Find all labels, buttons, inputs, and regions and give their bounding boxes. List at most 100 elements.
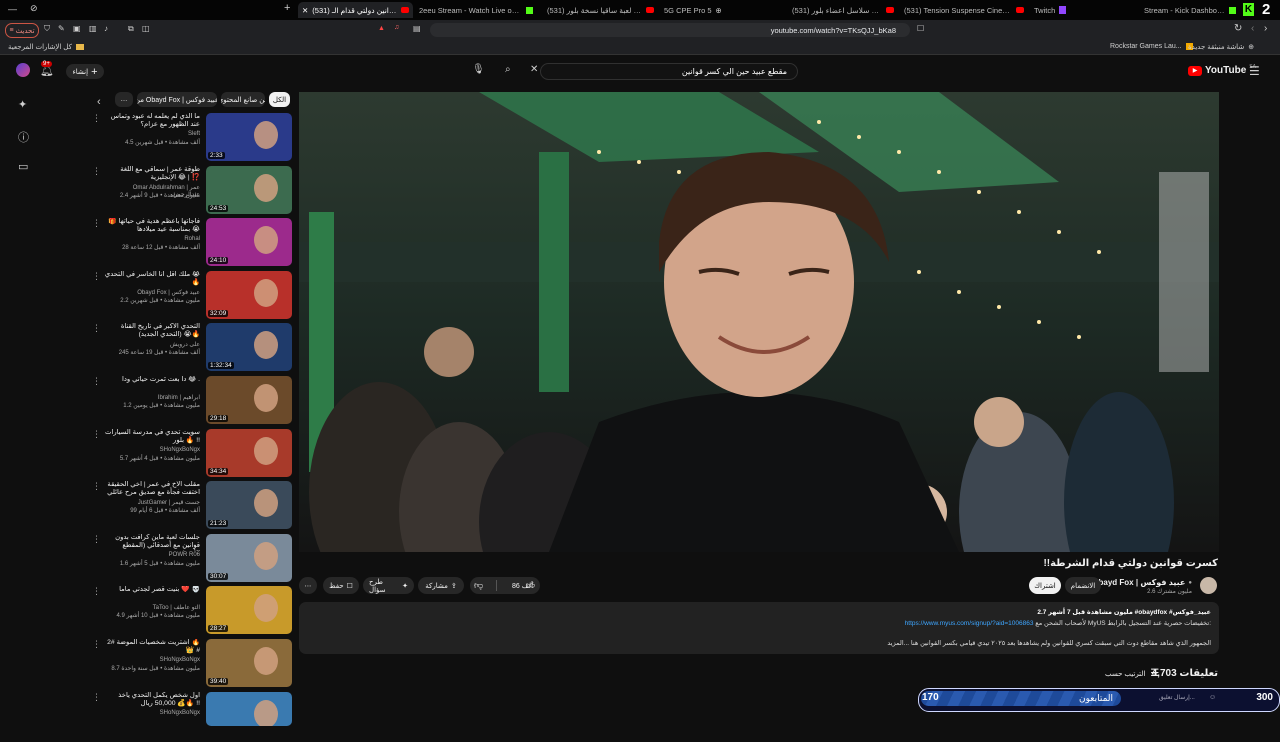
screenshot-icon[interactable]: ⧉ [128, 24, 134, 34]
video-thumbnail[interactable]: 1:32:34 [206, 323, 292, 372]
recommended-video[interactable]: 21:23 مقلب الأخ في عمر | أخي الحقيقة اختف… [92, 481, 292, 531]
recommended-video[interactable]: 39:40 أشتريت شخصيات الموضة #2 🔥 👑 # SHoNgx… [92, 639, 292, 689]
tab[interactable]: (531) Tension Suspense Cinematic Fi [900, 2, 1028, 18]
video-thumbnail[interactable]: 39:40 [206, 639, 292, 687]
info-icon[interactable]: ⓘ [18, 129, 29, 145]
audio-playing-icon[interactable]: ♫ [394, 24, 399, 31]
more-options-icon[interactable]: ⋮ [92, 376, 101, 387]
tab[interactable]: ✕ (531) كسرت قوانين دولتي قدام الـ... [298, 2, 413, 18]
pip-icon[interactable]: ▤ [413, 24, 421, 33]
bookmark-rockstar[interactable]: Rockstar Games Lau... [1110, 43, 1193, 50]
tab[interactable]: (531) سويت لعبة ساقيا نسخة بلور 🤔😡 [543, 2, 658, 18]
video-title[interactable]: ما الذي لم يعلمه له عبود وتماس عند الظهو… [104, 113, 200, 129]
channel-name[interactable]: Sleft [104, 131, 200, 137]
more-options-icon[interactable]: ⋮ [92, 429, 101, 440]
tab[interactable]: Twitch [1030, 2, 1137, 18]
channel-avatar[interactable] [1200, 577, 1217, 594]
close-tab-icon[interactable]: ✕ [302, 6, 308, 15]
microphone-icon[interactable]: 🎙︎ [472, 64, 485, 75]
kick-logo-icon[interactable]: K [1243, 3, 1254, 16]
tab[interactable]: (531) قلدت اشهر سلاسل اعضاء بلور ! [788, 2, 898, 18]
video-title[interactable]: دا بعت ثمرت حياتي ودا 😂 . [104, 376, 200, 384]
create-button[interactable]: إنشاء + [66, 64, 104, 79]
video-thumbnail[interactable]: 24:10 [206, 218, 292, 267]
music-icon[interactable]: ♪ [104, 24, 108, 33]
avatar[interactable] [16, 63, 30, 77]
recommended-video[interactable]: 2:33 ما الذي لم يعلمه له عبود وتماس عند ا… [92, 113, 292, 163]
forward-icon[interactable]: ‹ [1251, 23, 1254, 34]
video-thumbnail[interactable]: 2:33 [206, 113, 292, 161]
record-icon[interactable]: ▲ [378, 25, 385, 32]
recommended-video[interactable]: 34:34 سويت تحدي في مدرسة السيارات بلور 🔥 … [92, 428, 292, 479]
video-thumbnail[interactable] [206, 691, 292, 726]
close-window-icon[interactable]: ⊘ [30, 3, 38, 14]
sidebar-icon[interactable]: ▥ [89, 24, 97, 33]
video-thumbnail[interactable]: 24:53 [206, 165, 292, 214]
update-button[interactable]: ≡ تحديث [5, 23, 39, 38]
video-title[interactable]: سويت تحدي في مدرسة السيارات بلور 🔥 !! [104, 429, 200, 445]
bookmark-icon[interactable]: ☐ [917, 24, 924, 33]
recommended-video[interactable]: 28:27 بنيت قصر لجدتي ماما ❤️ 💀 TaToo | الت… [92, 586, 292, 636]
pin-icon[interactable]: ✎ [58, 24, 65, 33]
video-title[interactable]: بنيت قصر لجدتي ماما ❤️ 💀 [104, 586, 200, 594]
channel-name[interactable]: Ibrahim | ابراهيم [104, 394, 200, 401]
recommended-video[interactable]: 24:53 طوقة عمر | سماقي مع اللغة الإنجليزي… [92, 165, 292, 216]
more-options-icon[interactable]: ⋮ [92, 166, 101, 177]
video-thumbnail[interactable]: 28:27 [206, 586, 292, 635]
chevron-left-icon[interactable]: ‹ [97, 96, 101, 108]
join-button[interactable]: الانضمام [1065, 577, 1101, 594]
comment-icon[interactable]: ▭ [18, 160, 28, 173]
channel-name[interactable]: SHoNgxBoNgx [104, 710, 200, 716]
recommended-video[interactable]: 24:10 فاجأتها بأعظم هدية في حياتها 🎁 بمنا… [92, 218, 292, 268]
url-field[interactable]: youtube.com/watch?v=TKsQJJ_bKa8 [430, 23, 910, 37]
channel-name[interactable]: SHoNgxBoNgx [104, 657, 200, 663]
back-icon[interactable]: › [1264, 23, 1267, 34]
tab[interactable]: 2eeu Stream - Watch Live on Kick [415, 2, 537, 18]
recommended-video[interactable]: 30:07 جلسات لعبة ماين كرافت بدون قوانين م… [92, 533, 292, 584]
video-thumbnail[interactable]: 30:07 [206, 533, 292, 582]
reload-icon[interactable]: ↻ [1234, 23, 1242, 34]
window-icon[interactable]: ▣ [73, 24, 81, 33]
search-input[interactable]: مقطع عبيد حين الي كسر قوانين [540, 63, 798, 80]
comment-input[interactable]: إرسال تعليق... [1159, 694, 1195, 701]
recommended-video[interactable]: 32:09 ملك أقل أنا الخاسر في التحدي 😭🔥 Obay… [92, 270, 292, 321]
more-options-icon[interactable]: ⋮ [92, 113, 101, 124]
recommended-video[interactable]: أول شخص يكمل التحدي ياخذ 50,000 ريال 💰🔥 … [92, 691, 292, 742]
more-options-icon[interactable]: ⋮ [92, 639, 101, 650]
channel-name[interactable]: Rohal [104, 236, 200, 242]
ask-button[interactable]: طرح سؤال ✦ [363, 577, 414, 594]
video-thumbnail[interactable]: 32:09 [206, 270, 292, 319]
emoji-icon[interactable]: ☺ [1209, 694, 1216, 701]
minimize-icon[interactable]: — [8, 4, 17, 14]
filter-chip[interactable]: من صانع المحتوى [221, 92, 265, 107]
video-player[interactable] [299, 92, 1219, 552]
new-tab-icon[interactable]: + [284, 2, 290, 14]
video-title[interactable]: التحدي الأكبر في تاريخ القناة (التحدي ال… [104, 323, 200, 339]
more-options-icon[interactable]: ⋮ [92, 692, 101, 703]
channel-name[interactable]: Obayd Fox | عبيد فوكس [104, 289, 200, 296]
subscribe-button[interactable]: اشتراك [1029, 577, 1061, 594]
video-thumbnail[interactable]: 34:34 [206, 428, 292, 477]
more-actions-button[interactable]: ⋯ [299, 577, 317, 594]
clear-search-icon[interactable]: ✕ [530, 64, 538, 75]
video-title[interactable]: ملك أقل أنا الخاسر في التحدي 😭🔥 [104, 271, 200, 287]
youtube-logo[interactable]: ▶ YouTube SA [1188, 64, 1256, 76]
channel-name[interactable]: POWR R06 [104, 552, 200, 558]
hamburger-menu-icon[interactable]: ☰ [1249, 64, 1260, 78]
channel-name[interactable]: TaToo | التو عاطف [104, 604, 200, 611]
channel-name[interactable]: Obayd Fox | عبيد فوكس ● [1092, 578, 1192, 587]
video-thumbnail[interactable]: 29:18 [206, 376, 292, 424]
video-title[interactable]: أول شخص يكمل التحدي ياخذ 50,000 ريال 💰🔥 … [104, 692, 200, 708]
all-bookmarks[interactable]: كل الإشارات المرجعية [8, 43, 84, 51]
chat-icon[interactable]: ◫ [142, 24, 150, 33]
channel-name[interactable]: على درويش [104, 341, 200, 348]
share-button[interactable]: مشاركة ⇪ [418, 577, 464, 594]
video-title[interactable]: أشتريت شخصيات الموضة #2 🔥 👑 # [104, 639, 200, 655]
channel-name[interactable]: JustGamer | جست قيمر [104, 499, 200, 506]
video-thumbnail[interactable]: 21:23 [206, 481, 292, 530]
video-title[interactable]: فاجأتها بأعظم هدية في حياتها 🎁 بمناسبة ع… [104, 218, 200, 234]
channel-name[interactable]: SHoNgxBoNgx [104, 447, 200, 453]
more-options-icon[interactable]: ⋮ [92, 534, 101, 545]
shield-icon[interactable]: ⛉ [44, 24, 50, 34]
sort-comments-button[interactable]: الترتيب حسب ☰ [1105, 668, 1159, 679]
